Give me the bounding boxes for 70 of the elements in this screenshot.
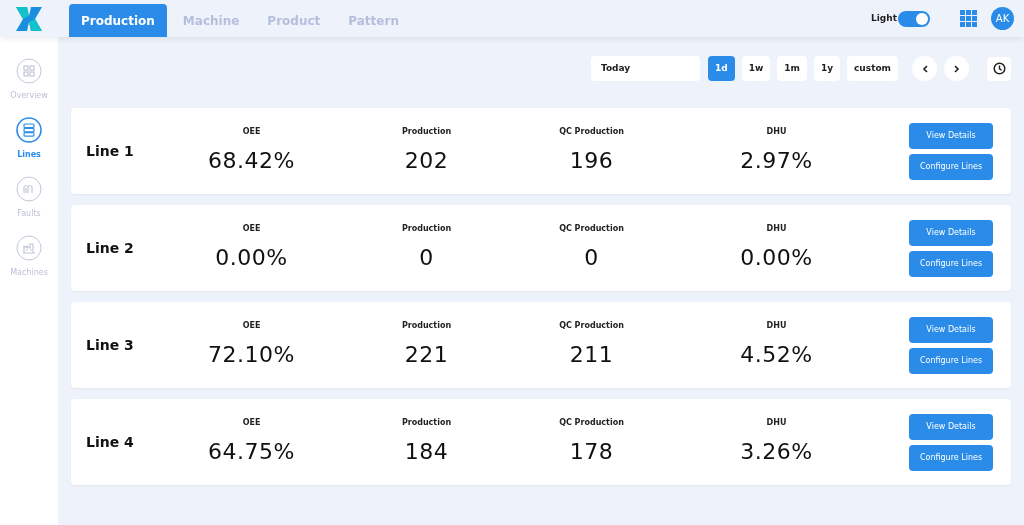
metric-value: 2.97% [740,146,813,175]
metric-value: 221 [404,340,449,369]
machine-icon [16,235,42,261]
apps-grid-icon[interactable] [960,10,977,27]
date-field[interactable]: Today [590,56,700,81]
metric-value: 178 [569,437,614,466]
line-action-button[interactable]: Configure Lines [909,153,993,180]
metric-value: 64.75% [208,437,295,466]
metric-label: Production [401,125,452,138]
metric-label: Production [401,416,452,429]
line-action-button[interactable]: View Details [909,122,993,149]
line-name: Line 2 [85,238,135,258]
metric-value: 184 [404,437,449,466]
range-button[interactable]: 1d [707,56,735,81]
line-name: Line 1 [85,141,135,161]
clock-icon [992,62,1006,75]
user-avatar[interactable]: AK [991,7,1014,30]
metric-value: 0.00% [215,243,288,272]
line-action-button[interactable]: Configure Lines [909,250,993,277]
metric-value: 3.26% [740,437,813,466]
line-name: Line 3 [85,335,135,355]
range-button[interactable]: custom [847,56,898,81]
history-button[interactable] [987,56,1011,81]
metric-label: Production [401,222,452,235]
line-action-button[interactable]: Configure Lines [909,347,993,374]
line-action-button[interactable]: View Details [909,219,993,246]
metric-label: QC Production [559,125,624,138]
next-button[interactable] [944,56,969,81]
metric-value: 68.42% [208,146,295,175]
metric-label: DHU [766,125,787,138]
sidebar-item[interactable]: Faults [16,176,42,220]
metric-label: OEE [242,416,261,429]
metric-label: QC Production [559,416,624,429]
metric-label: Production [401,319,452,332]
logo-icon [15,5,43,32]
range-button[interactable]: 1y [813,56,841,81]
range-button[interactable]: 1w [741,56,771,81]
metric-value: 0 [419,243,434,272]
metric-value: 202 [404,146,449,175]
sidebar-item[interactable]: Overview [10,58,48,102]
metric-label: OEE [242,125,261,138]
metric-value: 72.10% [208,340,295,369]
chevron-right-icon [953,64,960,73]
sidebar-item[interactable]: Lines [16,117,42,161]
metric-label: DHU [766,319,787,332]
metric-value: 211 [569,340,614,369]
metric-label: DHU [766,416,787,429]
metric-label: OEE [242,222,261,235]
metric-value: 0 [584,243,599,272]
metric-label: QC Production [559,319,624,332]
chevron-left-icon [921,64,928,73]
stack-icon [16,117,42,143]
line-action-button[interactable]: Configure Lines [909,444,993,471]
metric-label: OEE [242,319,261,332]
line-name: Line 4 [85,432,135,452]
line-action-button[interactable]: View Details [909,316,993,343]
sidebar-item[interactable]: Machines [10,235,48,279]
theme-label: Light [871,11,897,25]
metric-label: DHU [766,222,787,235]
grid-icon [16,58,42,84]
metric-value: 0.00% [740,243,813,272]
fault-icon [16,176,42,202]
metric-label: QC Production [559,222,624,235]
metric-value: 4.52% [740,340,813,369]
previous-button[interactable] [912,56,937,81]
line-action-button[interactable]: View Details [909,413,993,440]
nav-tab[interactable]: Production [69,4,167,37]
range-button[interactable]: 1m [777,56,807,81]
theme-toggle[interactable] [898,10,930,27]
metric-value: 196 [569,146,614,175]
